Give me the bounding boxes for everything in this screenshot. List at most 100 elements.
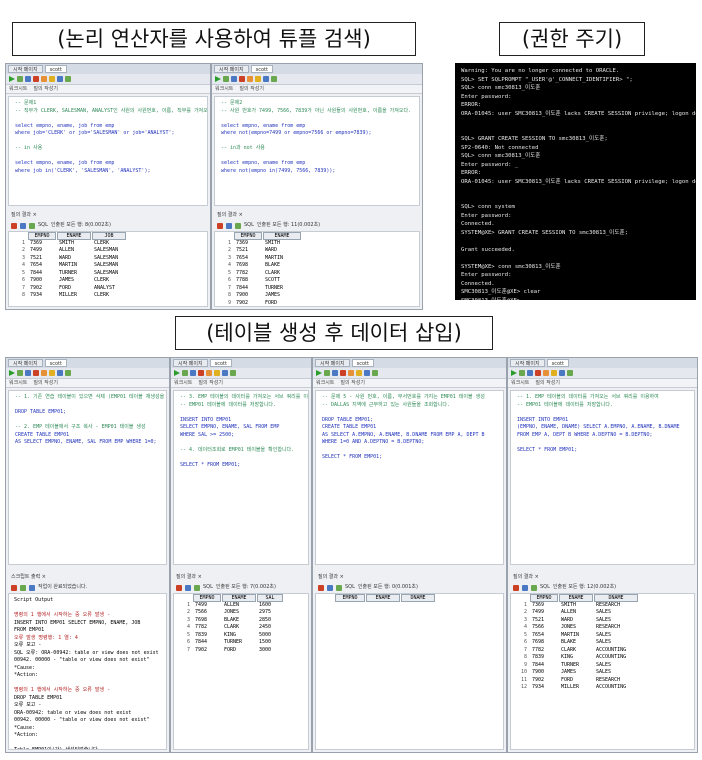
clear-icon[interactable] xyxy=(57,76,63,82)
history-icon[interactable] xyxy=(567,370,573,376)
result-grid[interactable]: EMPNO ENAME JOB 1 7369 SMITH CLERK 2 7499 ALLEN SA… xyxy=(8,231,208,307)
table-row[interactable]: 3 7698 BLAKE 2850 xyxy=(174,617,308,625)
autotrace-icon[interactable] xyxy=(41,76,47,82)
table-row[interactable]: 3 7654 MARTIN xyxy=(215,255,419,263)
script-output-pane[interactable]: Script Output 명령의 1 행에서 시작하는 중 오류 발생 - INS… xyxy=(8,593,167,750)
tab-query-builder[interactable]: 질의 작성기 xyxy=(33,85,58,93)
run-script-icon[interactable] xyxy=(324,370,330,376)
column-header[interactable]: ENAME xyxy=(222,594,256,602)
sql-editor[interactable]: -- 1. EMP 테이블의 데이터를 가져오는 서브 쿼리를 이용하여 -- E… xyxy=(510,390,695,565)
column-header[interactable]: EMPNO xyxy=(193,594,221,602)
rollback-icon[interactable] xyxy=(535,370,541,376)
table-row[interactable]: 5 7844 TURNER SALESMAN xyxy=(9,270,207,278)
table-row[interactable]: 1 7369 SMITH CLERK xyxy=(9,240,207,248)
table-row[interactable]: 1 7369 SMITH xyxy=(215,240,419,248)
tab-connection[interactable]: scott xyxy=(209,359,232,367)
sql-label[interactable]: SQL xyxy=(38,221,48,230)
pin-icon[interactable] xyxy=(176,584,182,591)
tab-start-page[interactable]: 시작 페이지 xyxy=(315,359,350,367)
explain-plan-icon[interactable] xyxy=(551,370,557,376)
explain-plan-icon[interactable] xyxy=(214,370,220,376)
refresh-icon[interactable] xyxy=(336,584,342,591)
table-row[interactable]: 4 7654 MARTIN SALESMAN xyxy=(9,262,207,270)
save-icon[interactable] xyxy=(20,584,26,591)
sql-editor[interactable]: -- 3. EMP 테이블의 데이터를 가져오는 서브 쿼리를 이용하여 -- E… xyxy=(173,390,309,565)
tab-worksheet[interactable]: 워크시트 xyxy=(511,379,529,387)
tab-start-page[interactable]: 시작 페이지 xyxy=(214,65,249,73)
table-row[interactable]: 11 7902 FORD RESEARCH xyxy=(511,677,694,685)
sql-label[interactable]: SQL xyxy=(540,583,550,592)
sql-label[interactable]: SQL xyxy=(203,583,213,592)
pin-icon[interactable] xyxy=(318,584,324,591)
sql-label[interactable]: SQL xyxy=(345,583,355,592)
tab-connection[interactable]: scott xyxy=(546,359,569,367)
tab-query-builder[interactable]: 질의 작성기 xyxy=(340,379,365,387)
clear-icon[interactable] xyxy=(559,370,565,376)
autotrace-icon[interactable] xyxy=(247,76,253,82)
commit-icon[interactable] xyxy=(190,370,196,376)
tab-worksheet[interactable]: 워크시트 xyxy=(9,85,27,93)
table-row[interactable]: 4 7782 CLARK 2450 xyxy=(174,624,308,632)
tab-connection[interactable]: scott xyxy=(44,359,67,367)
tab-query-result[interactable]: 질의 결과 × xyxy=(11,211,37,220)
history-icon[interactable] xyxy=(65,370,71,376)
clear-icon[interactable] xyxy=(364,370,370,376)
table-row[interactable]: 8 7934 MILLER CLERK xyxy=(9,292,207,300)
table-row[interactable]: 9 7902 FORD xyxy=(215,300,419,307)
table-row[interactable]: 5 7654 MARTIN SALES xyxy=(511,632,694,640)
table-row[interactable]: 7 7902 FORD 3000 xyxy=(174,647,308,655)
result-grid[interactable]: EMPNO ENAME 1 7369 SMITH 2 7521 WARD 3 7654 MARTIN… xyxy=(214,231,420,307)
export-icon[interactable] xyxy=(20,222,26,229)
sql-editor[interactable]: -- 1. 기존 연습 테이블이 있으면 삭제 (EMP01 테이블 재생성을 … xyxy=(8,390,167,565)
run-script-icon[interactable] xyxy=(17,76,23,82)
table-row[interactable]: 12 7934 MILLER ACCOUNTING xyxy=(511,684,694,692)
tab-start-page[interactable]: 시작 페이지 xyxy=(8,65,43,73)
table-row[interactable]: 1 7369 SMITH RESEARCH xyxy=(511,602,694,610)
table-row[interactable]: 8 7839 KING ACCOUNTING xyxy=(511,654,694,662)
table-row[interactable]: 10 7900 JAMES SALES xyxy=(511,669,694,677)
table-row[interactable]: 7 7844 TURNER xyxy=(215,285,419,293)
clear-icon[interactable] xyxy=(263,76,269,82)
table-row[interactable]: 2 7566 JONES 2975 xyxy=(174,609,308,617)
column-header[interactable]: ENAME xyxy=(57,232,91,240)
export-icon[interactable] xyxy=(226,222,232,229)
tab-query-result[interactable]: 질의 결과 × xyxy=(318,573,344,582)
run-script-icon[interactable] xyxy=(17,370,23,376)
result-grid[interactable]: EMPNO ENAME DNAME xyxy=(315,593,504,750)
tab-connection[interactable]: scott xyxy=(351,359,374,367)
clear-icon[interactable] xyxy=(222,370,228,376)
table-row[interactable]: 6 7900 JAMES CLERK xyxy=(9,277,207,285)
result-grid[interactable]: EMPNO ENAME DNAME 1 7369 SMITH RESEARCH 2 7499 AL… xyxy=(510,593,695,750)
explain-plan-icon[interactable] xyxy=(49,370,55,376)
column-header[interactable]: ENAME xyxy=(263,232,301,240)
run-script-icon[interactable] xyxy=(519,370,525,376)
table-row[interactable]: 2 7499 ALLEN SALES xyxy=(511,609,694,617)
column-header[interactable]: SAL xyxy=(257,594,283,602)
history-icon[interactable] xyxy=(230,370,236,376)
tab-query-result[interactable]: 질의 결과 × xyxy=(217,211,243,220)
tab-worksheet[interactable]: 워크시트 xyxy=(9,379,27,387)
explain-plan-icon[interactable] xyxy=(255,76,261,82)
clear-icon[interactable] xyxy=(57,370,63,376)
rollback-icon[interactable] xyxy=(33,76,39,82)
tab-worksheet[interactable]: 워크시트 xyxy=(316,379,334,387)
tab-query-builder[interactable]: 질의 작성기 xyxy=(239,85,264,93)
column-header[interactable]: ENAME xyxy=(366,594,400,602)
tab-start-page[interactable]: 시작 페이지 xyxy=(510,359,545,367)
commit-icon[interactable] xyxy=(231,76,237,82)
commit-icon[interactable] xyxy=(25,370,31,376)
explain-plan-icon[interactable] xyxy=(356,370,362,376)
tab-query-result[interactable]: 질의 결과 × xyxy=(176,573,202,582)
commit-icon[interactable] xyxy=(527,370,533,376)
column-header[interactable]: JOB xyxy=(92,232,126,240)
export-icon[interactable] xyxy=(327,584,333,591)
tab-worksheet[interactable]: 워크시트 xyxy=(215,85,233,93)
column-header[interactable]: ENAME xyxy=(559,594,593,602)
history-icon[interactable] xyxy=(271,76,277,82)
run-statement-icon[interactable] xyxy=(9,370,15,376)
sql-editor[interactable]: -- 문제2 -- 사원 번호가 7499, 7566, 7839가 아닌 사원들… xyxy=(214,96,420,206)
tab-query-builder[interactable]: 질의 작성기 xyxy=(33,379,58,387)
tab-start-page[interactable]: 시작 페이지 xyxy=(8,359,43,367)
tab-query-result[interactable]: 질의 결과 × xyxy=(513,573,539,582)
rollback-icon[interactable] xyxy=(239,76,245,82)
